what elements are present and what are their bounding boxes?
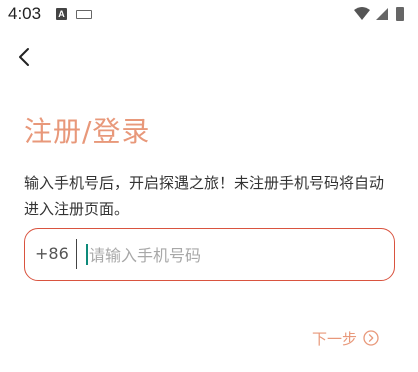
chevron-circle-right-icon: [363, 330, 379, 346]
phone-field[interactable]: +86: [24, 228, 395, 281]
status-time: 4:03: [8, 4, 42, 23]
app-notification-icon: A: [56, 8, 67, 20]
status-indicators: [354, 7, 404, 21]
text-caret: [86, 244, 88, 265]
back-button[interactable]: [12, 44, 36, 70]
phone-input[interactable]: [89, 240, 379, 270]
battery-icon: [396, 7, 404, 21]
page-description: 输入手机号后，开启探遇之旅！未注册手机号码将自动进入注册页面。: [24, 174, 385, 218]
next-label: 下一步: [312, 329, 358, 348]
page-title: 注册/登录: [24, 115, 151, 148]
login-screen: 4:03 A 注册/登录 输入手机号后，开启探遇之旅！未注册手机号码将自动进入注…: [0, 0, 418, 372]
status-bar: 4:03 A: [0, 0, 418, 30]
keyboard-icon: [76, 10, 92, 19]
next-button[interactable]: 下一步: [312, 326, 379, 350]
signal-icon: [376, 8, 388, 20]
back-arrow-icon: [19, 48, 29, 66]
wifi-icon: [354, 7, 370, 20]
country-code[interactable]: +86: [35, 244, 69, 263]
field-divider: [76, 239, 77, 269]
